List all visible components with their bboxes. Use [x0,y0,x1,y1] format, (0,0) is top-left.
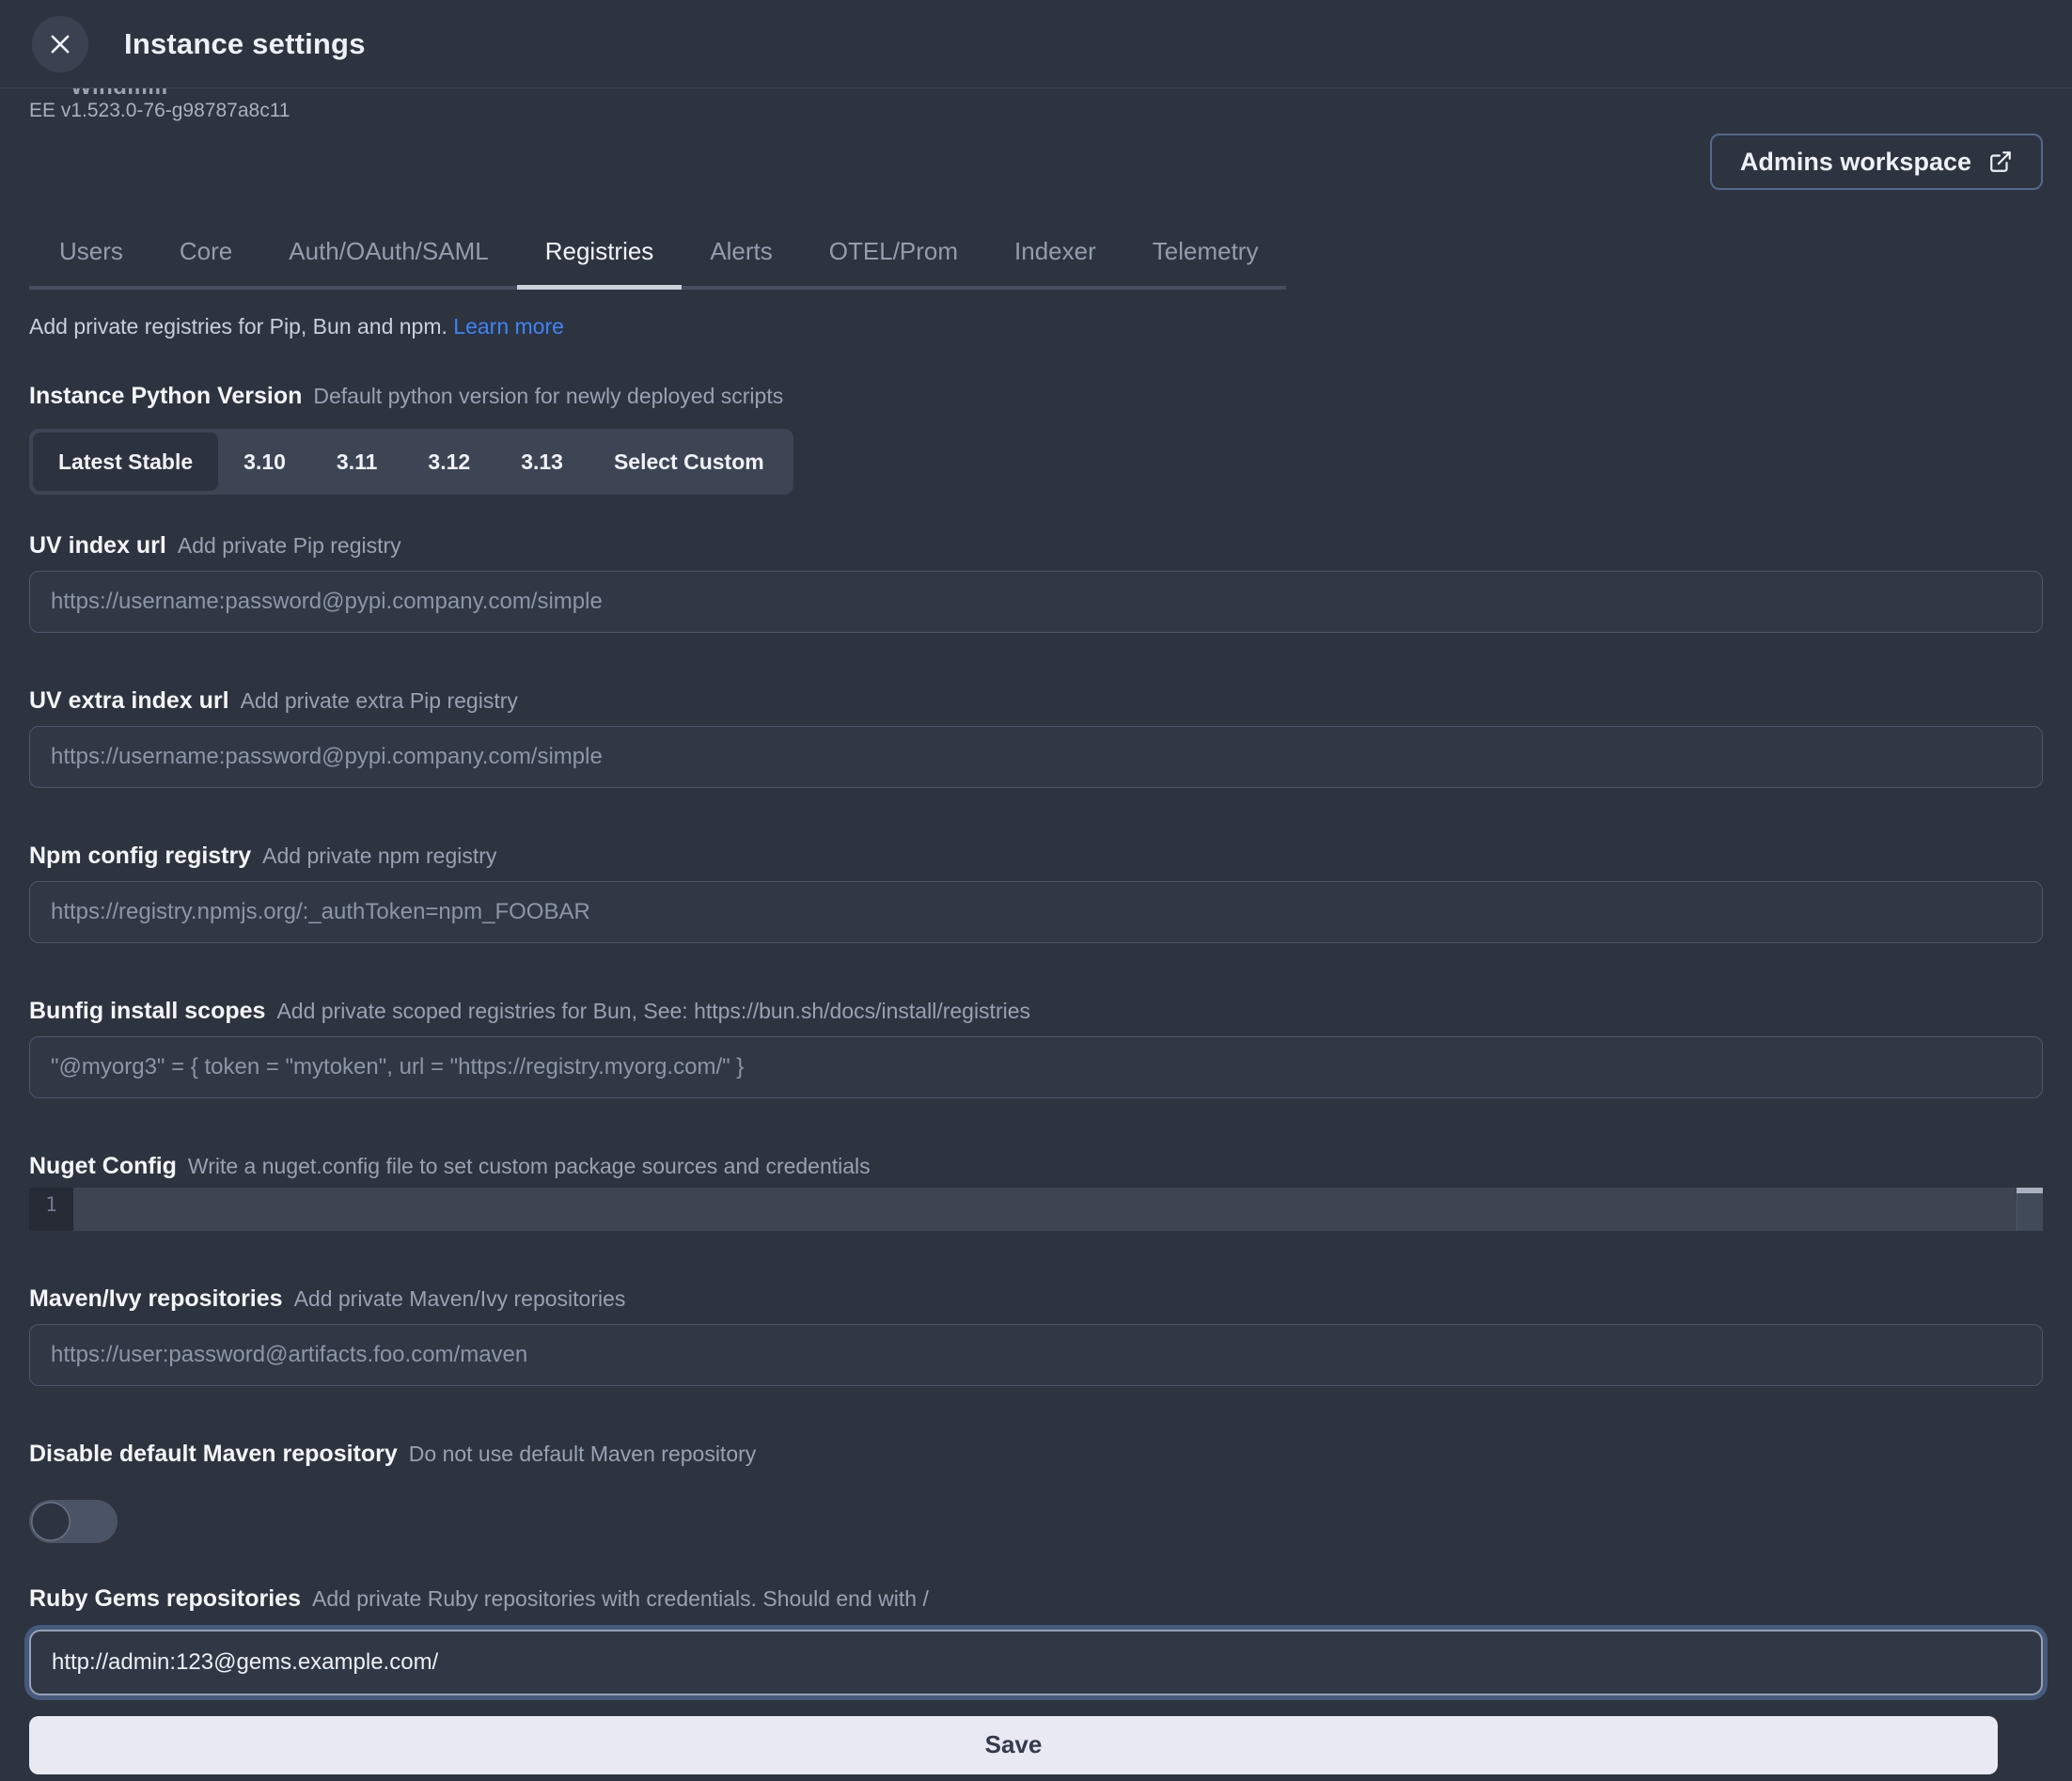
maven-repositories-input[interactable] [29,1324,2043,1386]
maven-repositories-section: Maven/Ivy repositories Add private Maven… [29,1285,2043,1386]
close-icon [47,31,73,57]
tab-alerts[interactable]: Alerts [682,237,800,290]
uv-index-url-label: UV index url [29,532,166,560]
workspace-button-row: Admins workspace [29,134,2043,190]
learn-more-link[interactable]: Learn more [453,314,564,339]
tab-telemetry[interactable]: Telemetry [1124,237,1287,290]
page-title: Instance settings [124,27,366,61]
tab-auth-oauth-saml[interactable]: Auth/OAuth/SAML [260,237,516,290]
settings-tab-bar: Users Core Auth/OAuth/SAML Registries Al… [29,237,1286,290]
close-button[interactable] [32,16,88,72]
admins-workspace-button[interactable]: Admins workspace [1710,134,2043,190]
ruby-gems-description: Add private Ruby repositories with crede… [312,1586,929,1612]
bunfig-install-scopes-input[interactable] [29,1036,2043,1098]
npm-config-registry-input[interactable] [29,881,2043,943]
modal-content: Windmill EE v1.523.0-76-g98787a8c11 Admi… [0,88,2072,1774]
npm-config-registry-description: Add private npm registry [262,843,496,869]
tab-users[interactable]: Users [29,237,151,290]
editor-minimap [2017,1188,2043,1231]
editor-line-number: 1 [29,1188,73,1231]
uv-index-url-input[interactable] [29,571,2043,633]
registries-intro: Add private registries for Pip, Bun and … [29,314,2043,339]
toggle-knob [31,1502,71,1541]
python-option-3-13[interactable]: 3.13 [495,433,589,491]
npm-config-registry-label: Npm config registry [29,843,251,870]
ruby-gems-input[interactable] [29,1630,2043,1695]
bunfig-install-scopes-section: Bunfig install scopes Add private scoped… [29,998,2043,1098]
nuget-config-code-editor[interactable]: 1 [29,1188,2043,1231]
python-option-3-12[interactable]: 3.12 [402,433,495,491]
tab-registries[interactable]: Registries [517,237,683,290]
python-option-select-custom[interactable]: Select Custom [589,433,790,491]
bunfig-install-scopes-description: Add private scoped registries for Bun, S… [276,999,1030,1024]
tab-core[interactable]: Core [151,237,260,290]
intro-text: Add private registries for Pip, Bun and … [29,314,447,339]
python-option-3-10[interactable]: 3.10 [218,433,311,491]
tab-otel-prom[interactable]: OTEL/Prom [801,237,986,290]
python-version-selector: Latest Stable 3.10 3.11 3.12 3.13 Select… [29,429,793,495]
uv-extra-index-url-label: UV extra index url [29,687,229,715]
python-version-section: Instance Python Version Default python v… [29,383,2043,495]
maven-repositories-label: Maven/Ivy repositories [29,1285,283,1313]
tab-indexer[interactable]: Indexer [986,237,1124,290]
uv-index-url-description: Add private Pip registry [178,533,401,559]
editor-minimap-slider[interactable] [2017,1188,2043,1193]
npm-config-registry-section: Npm config registry Add private npm regi… [29,843,2043,943]
bunfig-install-scopes-label: Bunfig install scopes [29,998,265,1025]
uv-extra-index-url-section: UV extra index url Add private extra Pip… [29,687,2043,788]
disable-default-maven-label: Disable default Maven repository [29,1441,398,1468]
python-option-3-11[interactable]: 3.11 [311,433,403,491]
disable-default-maven-description: Do not use default Maven repository [409,1442,756,1467]
external-link-icon [1988,150,2013,174]
python-version-description: Default python version for newly deploye… [313,384,783,409]
uv-extra-index-url-input[interactable] [29,726,2043,788]
ruby-gems-section: Ruby Gems repositories Add private Ruby … [29,1585,2043,1695]
disable-default-maven-section: Disable default Maven repository Do not … [29,1441,2043,1548]
nuget-config-description: Write a nuget.config file to set custom … [188,1154,871,1179]
ruby-gems-label: Ruby Gems repositories [29,1585,301,1613]
uv-extra-index-url-description: Add private extra Pip registry [241,688,518,714]
uv-index-url-section: UV index url Add private Pip registry [29,532,2043,633]
version-text: EE v1.523.0-76-g98787a8c11 [29,100,2043,122]
editor-code-area[interactable] [73,1188,2043,1231]
save-button[interactable]: Save [29,1716,1998,1774]
instance-settings-modal: Instance settings Windmill EE v1.523.0-7… [0,0,2072,1774]
modal-header: Instance settings [0,0,2072,88]
python-version-label: Instance Python Version [29,383,302,410]
disable-default-maven-toggle[interactable] [29,1500,118,1543]
nuget-config-section: Nuget Config Write a nuget.config file t… [29,1153,2043,1231]
nuget-config-label: Nuget Config [29,1153,177,1180]
maven-repositories-description: Add private Maven/Ivy repositories [294,1286,626,1312]
app-name-clipped: Windmill [29,88,311,96]
python-option-latest-stable[interactable]: Latest Stable [33,433,218,491]
